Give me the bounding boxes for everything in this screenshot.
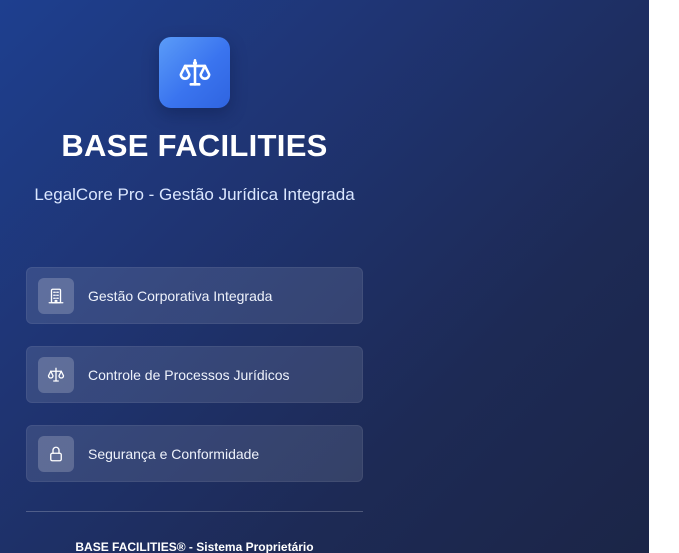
- feature-label: Controle de Processos Jurídicos: [88, 366, 290, 383]
- building-icon: [48, 288, 64, 303]
- scale-icon: [47, 367, 65, 382]
- brand-title: BASE FACILITIES: [61, 128, 328, 163]
- feature-label: Gestão Corporativa Integrada: [88, 287, 273, 304]
- feature-item-seguranca: Segurança e Conformidade: [26, 425, 363, 482]
- footer-text: BASE FACILITIES® - Sistema Proprietário: [75, 540, 314, 553]
- feature-item-controle-processos: Controle de Processos Jurídicos: [26, 346, 363, 403]
- feature-label: Segurança e Conformidade: [88, 445, 260, 462]
- footer-divider: [26, 511, 363, 512]
- brand-subtitle: LegalCore Pro - Gestão Jurídica Integrad…: [34, 185, 355, 204]
- feature-icon-box: [38, 356, 74, 393]
- feature-icon-box: [38, 435, 74, 472]
- feature-item-gestao-corporativa: Gestão Corporativa Integrada: [26, 267, 363, 324]
- branding-panel: BASE FACILITIES LegalCore Pro - Gestão J…: [0, 0, 649, 553]
- scale-icon: [179, 58, 210, 86]
- feature-icon-box: [38, 277, 74, 314]
- content-area: [649, 0, 679, 553]
- logo: [159, 37, 230, 108]
- lock-icon: [50, 446, 62, 461]
